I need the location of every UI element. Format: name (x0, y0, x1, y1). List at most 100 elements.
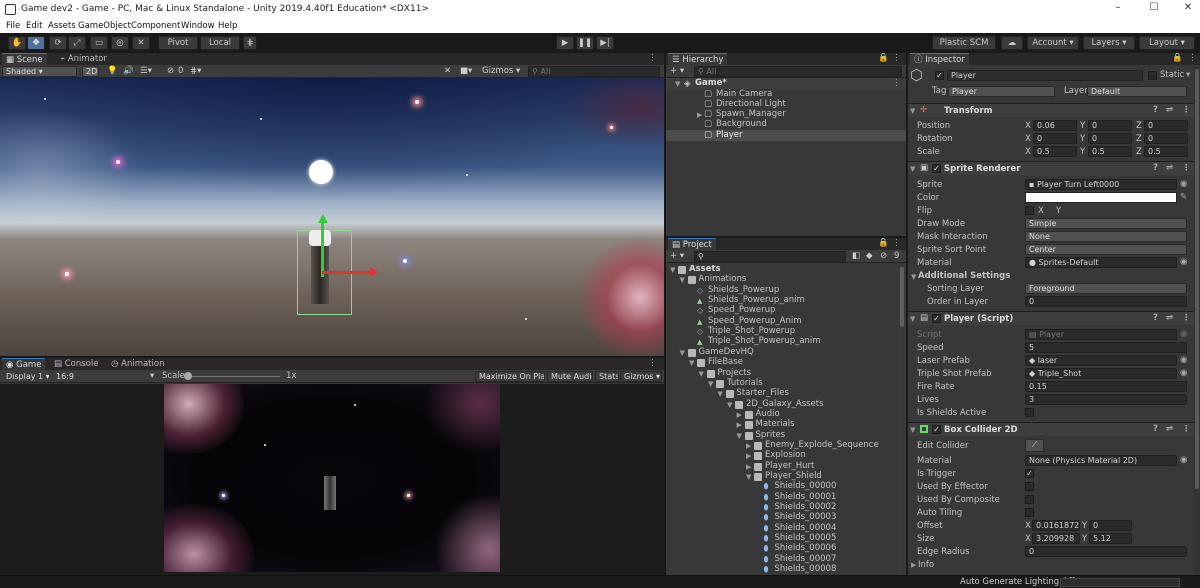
mute-audio-toggle[interactable]: Mute Audio (547, 371, 593, 382)
tab-console[interactable]: ▤ Console (50, 358, 102, 370)
mode-2d-toggle[interactable]: 2D (82, 66, 99, 77)
auto-tiling-checkbox[interactable] (1025, 508, 1034, 517)
lock-icon[interactable]: 🔒 (1172, 53, 1183, 63)
tab-animator[interactable]: ⌁ Animator (56, 53, 111, 65)
sorting-layer-dropdown[interactable]: Foreground (1025, 283, 1187, 294)
project-tree-item[interactable]: ⬮ Shields_00008 (666, 564, 898, 575)
fire-rate-input[interactable]: 0.15 (1025, 381, 1187, 392)
filter-label-icon[interactable]: ◆ (866, 251, 873, 261)
panel-menu-icon[interactable]: ⋮ (892, 238, 901, 248)
inspector-scrollbar[interactable] (1194, 67, 1200, 575)
menu-window[interactable]: Window (181, 21, 215, 31)
collapse-arrow-icon[interactable]: ▶ (746, 463, 751, 471)
rotation-x-input[interactable]: 0 (1033, 133, 1077, 144)
collapse-arrow-icon[interactable]: ▶ (697, 111, 702, 119)
used-by-effector-checkbox[interactable] (1025, 482, 1034, 491)
close-icon[interactable]: ✕ (1180, 2, 1196, 16)
presets-icon[interactable]: ⇌ (1166, 105, 1173, 115)
x-axis-arrow-icon[interactable] (370, 267, 378, 277)
lives-input[interactable]: 3 (1025, 394, 1187, 405)
tab-inspector[interactable]: ⓘ Inspector (910, 53, 969, 65)
sprite-renderer-enabled[interactable]: ✓ (932, 164, 941, 173)
stats-toggle[interactable]: Stats (595, 371, 619, 382)
object-picker-icon[interactable]: ◉ (1180, 455, 1187, 465)
panel-menu-icon[interactable]: ⋮ (648, 358, 657, 368)
layout-dropdown[interactable]: Layout ▾ (1139, 36, 1195, 50)
tools-icon[interactable]: ✕ (444, 66, 451, 76)
audio-icon[interactable]: 🔊 (123, 66, 134, 76)
menu-help[interactable]: Help (218, 21, 237, 31)
project-scrollbar[interactable] (898, 265, 906, 575)
hand-tool-icon[interactable]: ✋ (8, 36, 26, 50)
sprite-renderer-header[interactable]: ▼ ▣ ✓ Sprite Renderer ? ⇌ ⋮ (908, 161, 1199, 175)
grid-snap-icon[interactable]: ⋕ (243, 36, 257, 50)
offset-y-input[interactable]: 0 (1089, 520, 1132, 531)
tab-scene[interactable]: ▦ Scene (2, 53, 47, 65)
laser-prefab-field[interactable]: ◆ laser (1025, 355, 1177, 366)
play-button[interactable]: ▶ (556, 36, 574, 50)
add-object-button[interactable]: + ▾ (670, 66, 684, 76)
offset-x-input[interactable]: 0.01618725 (1032, 520, 1080, 531)
tab-project[interactable]: ▤ Project (668, 238, 716, 250)
project-tree-item[interactable]: ▼ Projects (666, 368, 898, 379)
scene-root-row[interactable]: ▼ ◈ Game* ⋮ (666, 78, 906, 89)
project-tree-item[interactable]: ▼ Animations (666, 274, 898, 285)
component-menu-icon[interactable]: ⋮ (1182, 313, 1191, 323)
object-picker-icon[interactable]: ◉ (1180, 179, 1187, 189)
account-dropdown[interactable]: Account ▾ (1027, 36, 1079, 50)
collapse-arrow-icon[interactable]: ▶ (746, 452, 751, 460)
layer-dropdown[interactable]: Default (1087, 86, 1187, 97)
player-ship-sprite[interactable] (311, 246, 329, 304)
expand-arrow-icon[interactable]: ▼ (680, 276, 685, 284)
object-picker-icon[interactable]: ◉ (1180, 355, 1187, 365)
speed-input[interactable]: 5 (1025, 342, 1187, 353)
expand-arrow-icon[interactable]: ▼ (708, 380, 713, 388)
collapse-arrow-icon[interactable]: ▶ (746, 442, 751, 450)
expand-arrow-icon[interactable]: ▼ (746, 473, 751, 481)
cloud-icon[interactable]: ☁ (1001, 36, 1023, 50)
hierarchy-item-selected[interactable]: ▢ Player (666, 130, 906, 141)
presets-icon[interactable]: ⇌ (1166, 424, 1173, 434)
expand-arrow-icon[interactable]: ▼ (718, 390, 723, 398)
expand-arrow-icon[interactable]: ▼ (675, 80, 680, 88)
inspector-scroll-thumb[interactable] (1195, 69, 1199, 489)
size-x-input[interactable]: 3.209928 (1032, 533, 1080, 544)
rotation-z-input[interactable]: 0 (1144, 133, 1188, 144)
pause-button[interactable]: ❚❚ (576, 36, 594, 50)
expand-arrow-icon[interactable]: ▼ (910, 165, 915, 173)
collapse-arrow-icon[interactable]: ▶ (911, 561, 916, 569)
component-menu-icon[interactable]: ⋮ (1182, 424, 1191, 434)
order-in-layer-input[interactable]: 0 (1025, 296, 1187, 307)
panel-menu-icon[interactable]: ⋮ (892, 53, 901, 63)
pivot-toggle[interactable]: Pivot (158, 36, 198, 50)
help-icon[interactable]: ? (1153, 163, 1158, 173)
sprite-field[interactable]: ▪ Player Turn Left0000 (1025, 179, 1177, 190)
game-view[interactable] (164, 384, 500, 572)
expand-arrow-icon[interactable]: ▼ (910, 107, 915, 115)
project-tree-item[interactable]: ▼ 2D_Galaxy_Assets (666, 399, 898, 410)
y-axis-handle[interactable] (321, 221, 324, 277)
hierarchy-item[interactable]: ▢ Background (666, 119, 906, 130)
used-by-composite-checkbox[interactable] (1025, 495, 1034, 504)
lighting-icon[interactable]: 💡 (107, 66, 118, 76)
plastic-scm-button[interactable]: Plastic SCM (932, 36, 996, 50)
menu-gameobject[interactable]: GameObject (78, 21, 131, 31)
scale-slider-track[interactable] (186, 376, 280, 377)
triple-shot-field[interactable]: ◆ Triple_Shot (1025, 368, 1177, 379)
hidden-packages-icon[interactable]: ⊘ (880, 251, 887, 261)
presets-icon[interactable]: ⇌ (1166, 163, 1173, 173)
tab-hierarchy[interactable]: ☰ Hierarchy (668, 53, 728, 65)
help-icon[interactable]: ? (1153, 424, 1158, 434)
box-collider-enabled[interactable]: ✓ (932, 425, 941, 434)
directional-light-icon[interactable] (309, 160, 333, 184)
local-toggle[interactable]: Local (200, 36, 240, 50)
filter-type-icon[interactable]: ◧ (852, 251, 860, 261)
gizmos-dropdown[interactable]: Gizmos ▾ (482, 66, 520, 76)
custom-tool-icon[interactable]: ✕ (132, 36, 150, 50)
menu-assets[interactable]: Assets (48, 21, 76, 31)
collider-material-field[interactable]: None (Physics Material 2D) (1025, 455, 1177, 466)
box-collider-header[interactable]: ▼ ✓ Box Collider 2D ? ⇌ ⋮ (908, 422, 1199, 436)
static-chevron-icon[interactable]: ▾ (1186, 70, 1190, 80)
project-scroll-thumb[interactable] (900, 267, 904, 327)
expand-arrow-icon[interactable]: ▼ (727, 401, 732, 409)
